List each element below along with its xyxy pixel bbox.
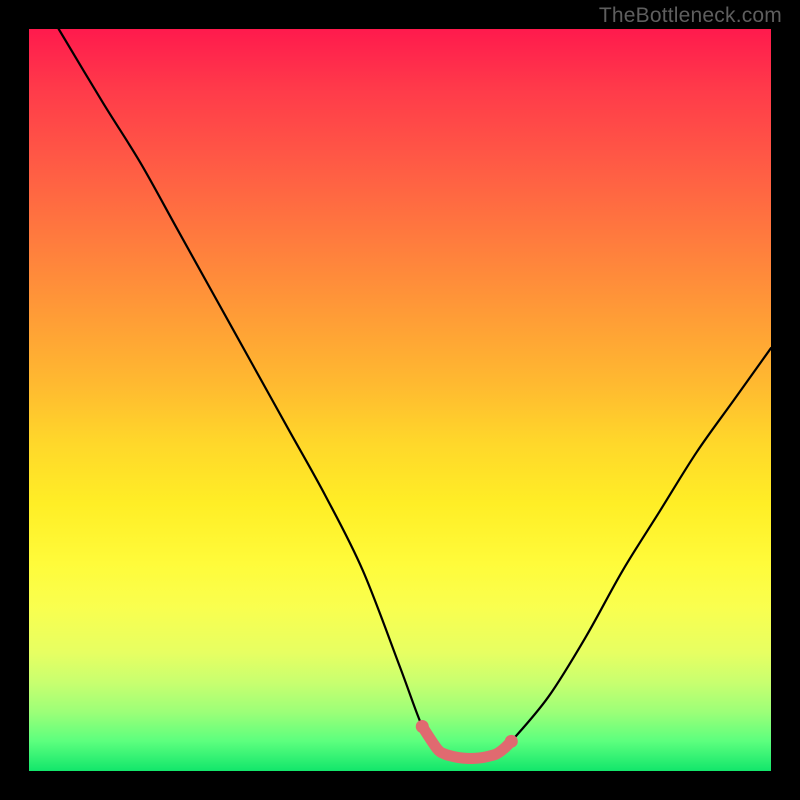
bottleneck-curve [59, 29, 771, 757]
optimal-range-dot-left [416, 720, 429, 733]
chart-overlay [29, 29, 771, 771]
watermark-text: TheBottleneck.com [599, 4, 782, 28]
optimal-range-dot-right [505, 735, 518, 748]
chart-frame: TheBottleneck.com [0, 0, 800, 800]
optimal-range-band [422, 726, 511, 758]
